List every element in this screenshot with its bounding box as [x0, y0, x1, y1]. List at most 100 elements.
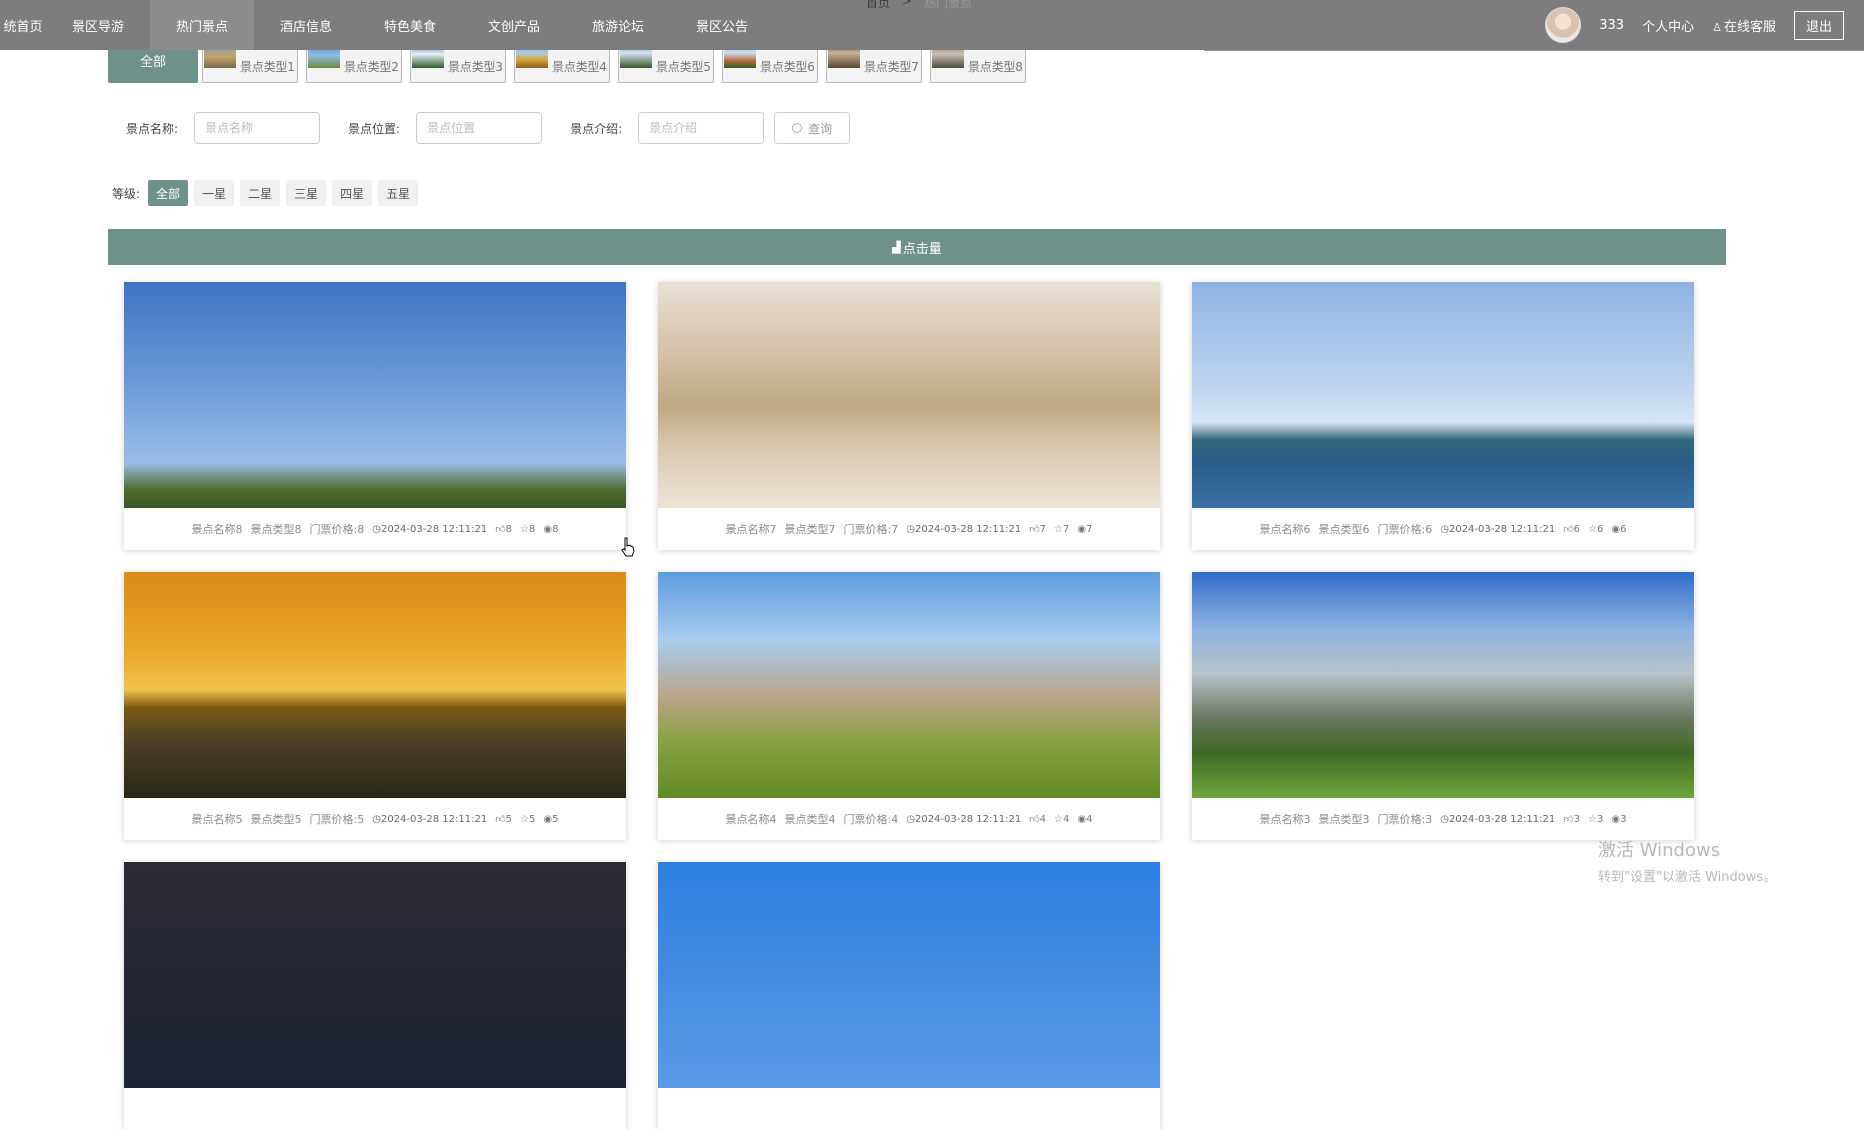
scenic-image[interactable] — [658, 282, 1160, 508]
card-likes: 👍︎5 — [495, 813, 512, 825]
card-name: 景点名称4 — [725, 813, 777, 826]
level-option-4star[interactable]: 四星 — [332, 180, 373, 206]
scenic-image[interactable] — [658, 572, 1160, 798]
card-price: 门票价格:6 — [1377, 523, 1433, 536]
scenic-card[interactable] — [124, 862, 626, 1130]
scenic-card[interactable]: 景点名称5 景点类型5 门票价格:5 ◷2024-03-28 12:11:21 … — [124, 572, 626, 840]
card-time: ◷2024-03-28 12:11:21 — [372, 814, 487, 825]
card-price: 门票价格:8 — [309, 523, 365, 536]
level-option-2star[interactable]: 二星 — [240, 180, 281, 206]
card-favs-value: 7 — [1062, 523, 1070, 535]
card-favs: ☆8 — [520, 524, 535, 535]
scenic-image[interactable] — [124, 572, 626, 798]
card-price: 门票价格:5 — [309, 813, 365, 826]
nav-item-products[interactable]: 文创产品 — [462, 0, 566, 50]
card-favs: ☆3 — [1588, 814, 1603, 825]
card-likes-value: 8 — [505, 524, 513, 535]
star-icon: ☆ — [1588, 813, 1597, 825]
nav-item-label: 文创产品 — [487, 19, 540, 35]
scenic-card[interactable]: 景点名称6 景点类型6 门票价格:6 ◷2024-03-28 12:11:21 … — [1192, 282, 1694, 550]
search-form: 景点名称: 景点位置: 景点介绍: 查询 — [126, 112, 851, 144]
eye-icon: ◉ — [543, 523, 553, 535]
breadcrumb-home[interactable]: 首页 — [866, 0, 890, 11]
chart-icon: ▟ — [892, 240, 901, 254]
scenic-card[interactable]: 景点名称8 景点类型8 门票价格:8 ◷2024-03-28 12:11:21 … — [124, 282, 626, 550]
nav-item-home[interactable]: 统首页 — [0, 0, 46, 50]
nav-item-hot-spots[interactable]: 热门景点 — [150, 0, 254, 50]
nav-item-forum[interactable]: 旅游论坛 — [566, 0, 670, 50]
nav-item-label: 特色美食 — [383, 19, 436, 35]
windows-activation-watermark: 激活 Windows 转到"设置"以激活 Windows。 — [1598, 836, 1776, 885]
card-views-value: 4 — [1086, 813, 1093, 825]
level-option-3star[interactable]: 三星 — [286, 180, 327, 206]
star-icon: ☆ — [1054, 523, 1063, 535]
nav-item-hotels[interactable]: 酒店信息 — [254, 0, 358, 50]
search-button-label: 查询 — [808, 121, 833, 136]
thumbs-up-icon: 👍︎ — [1029, 524, 1040, 535]
scenic-card[interactable]: 景点名称4 景点类型4 门票价格:4 ◷2024-03-28 12:11:21 … — [658, 572, 1160, 840]
scenic-card[interactable]: 景点名称3 景点类型3 门票价格:3 ◷2024-03-28 12:11:21 … — [1192, 572, 1694, 840]
avatar[interactable] — [1545, 7, 1582, 43]
nav-item-label: 热门景点 — [175, 19, 228, 35]
card-name: 景点名称7 — [725, 523, 777, 536]
eye-icon: ◉ — [1611, 523, 1621, 535]
profile-link[interactable]: 个人中心 — [1642, 16, 1694, 35]
card-time: ◷2024-03-28 12:11:21 — [906, 524, 1021, 535]
card-meta: 景点名称7 景点类型7 门票价格:7 ◷2024-03-28 12:11:21 … — [658, 508, 1160, 550]
level-option-1star[interactable]: 一星 — [194, 180, 235, 206]
star-icon: ☆ — [1588, 523, 1597, 535]
scenic-intro-input[interactable] — [638, 112, 765, 144]
breadcrumb: 首页 > 热门景点 — [866, 0, 972, 11]
nav-item-announcements[interactable]: 景区公告 — [670, 0, 774, 50]
card-name: 景点名称3 — [1259, 813, 1311, 826]
card-time-value: 2024-03-28 12:11:21 — [914, 813, 1022, 825]
scenic-card[interactable] — [658, 862, 1160, 1130]
card-likes: 👍︎8 — [495, 523, 512, 535]
scenic-image[interactable] — [124, 282, 626, 508]
thumbs-up-icon: 👍︎ — [495, 814, 506, 825]
level-option-all[interactable]: 全部 — [148, 180, 189, 206]
nav-item-food[interactable]: 特色美食 — [358, 0, 462, 50]
clock-icon: ◷ — [906, 813, 915, 825]
sort-by-clicks-button[interactable]: ▟ 点击量 — [108, 229, 1726, 265]
user-name: 333 — [1599, 17, 1625, 33]
clock-icon: ◷ — [372, 523, 381, 535]
card-favs: ☆7 — [1054, 524, 1069, 535]
card-type: 景点类型5 — [250, 813, 302, 826]
card-views: ◉6 — [1611, 524, 1626, 535]
clock-icon: ◷ — [906, 523, 915, 535]
card-likes: 👍︎6 — [1563, 523, 1580, 535]
card-meta: 景点名称8 景点类型8 门票价格:8 ◷2024-03-28 12:11:21 … — [124, 508, 626, 550]
scenic-location-label: 景点位置: — [348, 121, 401, 136]
scenic-card[interactable]: 景点名称7 景点类型7 门票价格:7 ◷2024-03-28 12:11:21 … — [658, 282, 1160, 550]
card-favs-value: 8 — [528, 523, 536, 535]
clock-icon: ◷ — [1440, 523, 1449, 535]
nav-item-label: 景区公告 — [695, 19, 748, 35]
card-type: 景点类型4 — [784, 813, 836, 826]
level-option-5star[interactable]: 五星 — [378, 180, 419, 206]
online-service-link[interactable]: ♙ 在线客服 — [1712, 16, 1776, 35]
card-favs: ☆4 — [1054, 814, 1069, 825]
scenic-image[interactable] — [1192, 572, 1694, 798]
card-type: 景点类型8 — [250, 523, 302, 536]
category-all-label: 全部 — [139, 55, 166, 70]
scenic-image[interactable] — [124, 862, 626, 1088]
card-likes-value: 4 — [1039, 814, 1047, 825]
scenic-image[interactable] — [658, 862, 1160, 1088]
search-icon — [792, 123, 803, 133]
search-button[interactable]: 查询 — [774, 112, 851, 144]
scenic-image[interactable] — [1192, 282, 1694, 508]
card-meta: 景点名称5 景点类型5 门票价格:5 ◷2024-03-28 12:11:21 … — [124, 798, 626, 840]
card-time-value: 2024-03-28 12:11:21 — [1448, 523, 1556, 535]
eye-icon: ◉ — [1077, 813, 1087, 825]
card-likes-value: 7 — [1039, 524, 1047, 535]
card-time: ◷2024-03-28 12:11:21 — [372, 524, 487, 535]
scenic-name-input[interactable] — [194, 112, 321, 144]
logout-button[interactable]: 退出 — [1793, 10, 1844, 40]
nav-item-scenic-guide[interactable]: 景区导游 — [46, 0, 150, 50]
category-label: 景点类型8 — [968, 60, 1023, 74]
person-icon: ♙ — [1712, 20, 1722, 34]
thumbs-up-icon: 👍︎ — [495, 524, 506, 535]
scenic-location-input[interactable] — [416, 112, 543, 144]
card-views: ◉8 — [543, 524, 558, 535]
